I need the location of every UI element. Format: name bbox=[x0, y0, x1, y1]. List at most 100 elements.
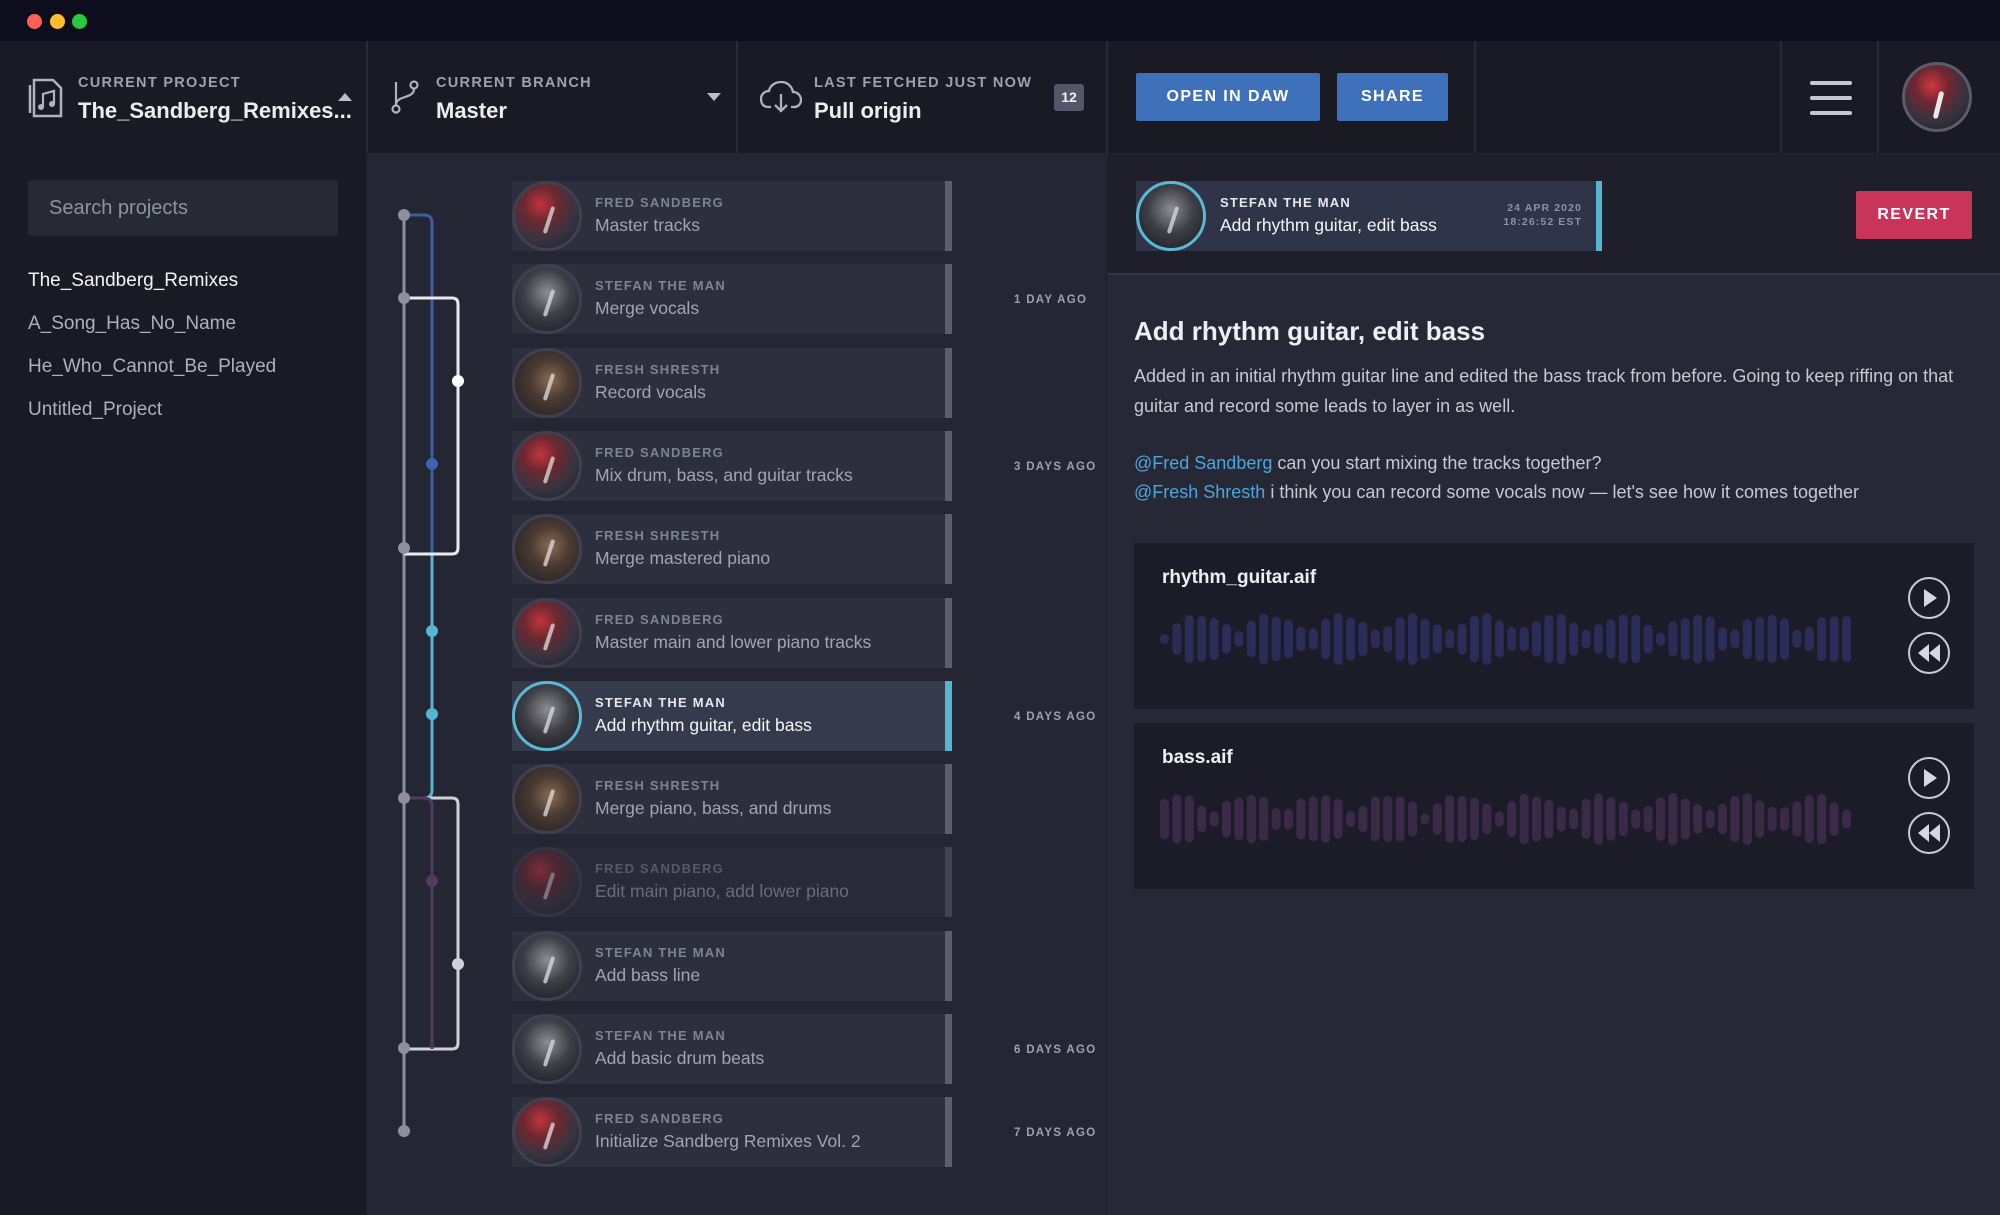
author-avatar bbox=[512, 930, 582, 1001]
minimize-window-button[interactable] bbox=[50, 14, 65, 29]
commit-row[interactable]: STEFAN THE MAN Add basic drum beats bbox=[512, 1014, 952, 1084]
branch-label: CURRENT BRANCH bbox=[436, 75, 592, 91]
rewind-icon[interactable] bbox=[1908, 632, 1950, 674]
waveform[interactable] bbox=[1160, 611, 1860, 667]
commit-row[interactable]: FRED SANDBERG Edit main piano, add lower … bbox=[512, 847, 952, 918]
commit-row[interactable]: FRESH SHRESTH Record vocals bbox=[512, 347, 952, 418]
row-indicator bbox=[945, 680, 952, 751]
commit-time: 18:26:52 EST bbox=[1503, 216, 1582, 228]
author-avatar bbox=[1136, 181, 1206, 251]
project-item[interactable]: A_Song_Has_No_Name bbox=[28, 313, 236, 335]
row-indicator bbox=[945, 264, 952, 335]
play-icon[interactable] bbox=[1908, 577, 1950, 619]
commit-message: Record vocals bbox=[595, 381, 706, 402]
audio-file-card: bass.aif bbox=[1134, 723, 1974, 889]
fetch-label: LAST FETCHED JUST NOW bbox=[814, 75, 1033, 91]
commit-author: FRESH SHRESTH bbox=[595, 778, 721, 794]
commit-row[interactable]: FRED SANDBERG Initialize Sandberg Remixes… bbox=[512, 1097, 952, 1168]
fetch-action: Pull origin bbox=[814, 98, 922, 123]
mention-link[interactable]: @Fred Sandberg bbox=[1134, 453, 1272, 473]
row-indicator bbox=[945, 764, 952, 835]
comment-text: can you start mixing the tracks together… bbox=[1272, 453, 1602, 473]
branch-selector[interactable]: CURRENT BRANCH Master bbox=[368, 41, 738, 153]
commit-row[interactable]: STEFAN THE MAN Add rhythm guitar, edit ba… bbox=[512, 680, 952, 751]
row-indicator bbox=[945, 1097, 952, 1168]
project-selector[interactable]: CURRENT PROJECT The_Sandberg_Remixes... bbox=[0, 41, 368, 153]
hamburger-menu-icon[interactable] bbox=[1810, 81, 1852, 117]
author-avatar bbox=[512, 347, 582, 418]
commit-message: Mix drum, bass, and guitar tracks bbox=[595, 464, 853, 485]
commit-row[interactable]: STEFAN THE MAN Add bass line bbox=[512, 930, 952, 1001]
commit-author: STEFAN THE MAN bbox=[595, 694, 726, 710]
author-avatar bbox=[512, 430, 582, 501]
rewind-icon[interactable] bbox=[1908, 812, 1950, 854]
cloud-download-icon bbox=[760, 81, 802, 113]
fetch-count-badge: 12 bbox=[1054, 84, 1084, 111]
chevron-down-icon bbox=[707, 93, 721, 101]
comment-line-2: @Fresh Shresth i think you can record so… bbox=[1134, 482, 1859, 503]
selected-commit-card: STEFAN THE MAN Add rhythm guitar, edit b… bbox=[1136, 181, 1602, 251]
project-item[interactable]: He_Who_Cannot_Be_Played bbox=[28, 356, 276, 378]
commit-author: STEFAN THE MAN bbox=[595, 1028, 726, 1043]
commit-age: 3 DAYS AGO bbox=[1014, 460, 1097, 473]
row-indicator bbox=[945, 847, 952, 918]
author-avatar bbox=[512, 1014, 582, 1084]
commit-author: FRESH SHRESTH bbox=[595, 361, 721, 377]
commit-message: Add basic drum beats bbox=[595, 1048, 765, 1068]
row-indicator bbox=[945, 181, 952, 251]
author-avatar bbox=[512, 680, 582, 751]
row-indicator bbox=[945, 514, 952, 585]
author-avatar bbox=[512, 764, 582, 835]
commit-row[interactable]: FRED SANDBERG Master tracks bbox=[512, 181, 952, 251]
author-avatar bbox=[512, 597, 582, 668]
commit-row[interactable]: FRED SANDBERG Mix drum, bass, and guitar … bbox=[512, 430, 952, 501]
commit-row[interactable]: FRESH SHRESTH Merge mastered piano bbox=[512, 514, 952, 585]
commit-author: STEFAN THE MAN bbox=[595, 944, 726, 960]
waveform[interactable] bbox=[1160, 791, 1860, 847]
play-icon[interactable] bbox=[1908, 757, 1950, 799]
commit-author: FRED SANDBERG bbox=[595, 1111, 724, 1127]
commit-message: Initialize Sandberg Remixes Vol. 2 bbox=[595, 1131, 861, 1152]
commit-age: 1 DAY AGO bbox=[1014, 294, 1088, 307]
commit-row[interactable]: FRESH SHRESTH Merge piano, bass, and drum… bbox=[512, 764, 952, 835]
row-indicator bbox=[945, 347, 952, 418]
author-avatar bbox=[512, 181, 582, 251]
mention-link[interactable]: @Fresh Shresth bbox=[1134, 482, 1265, 502]
commit-message: Merge vocals bbox=[595, 298, 700, 319]
project-name: The_Sandberg_Remixes... bbox=[78, 98, 352, 123]
toolbar-spacer bbox=[1476, 41, 1782, 153]
commit-row[interactable]: STEFAN THE MAN Merge vocals bbox=[512, 264, 952, 335]
row-indicator bbox=[945, 1014, 952, 1084]
commit-author: STEFAN THE MAN bbox=[1220, 195, 1351, 210]
author-avatar bbox=[512, 847, 582, 918]
commit-message: Add rhythm guitar, edit bass bbox=[595, 714, 812, 735]
close-window-button[interactable] bbox=[27, 14, 42, 29]
commit-history: FRED SANDBERG Master tracks STEFAN THE MAN… bbox=[368, 153, 1106, 1215]
row-indicator bbox=[945, 430, 952, 501]
comment-text: i think you can record some vocals now —… bbox=[1265, 482, 1860, 502]
pull-origin-button[interactable]: LAST FETCHED JUST NOW Pull origin bbox=[738, 41, 1108, 153]
music-file-icon bbox=[28, 78, 63, 118]
commit-message: Add bass line bbox=[595, 964, 701, 985]
commit-author: FRED SANDBERG bbox=[595, 195, 724, 210]
share-button[interactable]: SHARE bbox=[1337, 73, 1448, 121]
search-projects-input[interactable]: Search projects bbox=[28, 180, 338, 236]
audio-file-card: rhythm_guitar.aif bbox=[1134, 543, 1974, 709]
commit-detail-panel: STEFAN THE MAN Add rhythm guitar, edit b… bbox=[1108, 153, 2000, 1215]
top-bar: CURRENT PROJECT The_Sandberg_Remixes... … bbox=[0, 41, 2000, 153]
audio-file-name: bass.aif bbox=[1162, 747, 1233, 768]
project-item[interactable]: The_Sandberg_Remixes bbox=[28, 270, 238, 292]
commit-age: 7 DAYS AGO bbox=[1014, 1127, 1097, 1140]
branch-icon bbox=[391, 80, 419, 114]
maximize-window-button[interactable] bbox=[72, 14, 87, 29]
detail-header: STEFAN THE MAN Add rhythm guitar, edit b… bbox=[1108, 153, 2000, 275]
commit-message: Add rhythm guitar, edit bass bbox=[1220, 215, 1437, 235]
project-label: CURRENT PROJECT bbox=[78, 75, 241, 91]
user-avatar[interactable] bbox=[1902, 62, 1972, 132]
app-window: CURRENT PROJECT The_Sandberg_Remixes... … bbox=[0, 0, 2000, 1215]
author-avatar bbox=[512, 1097, 582, 1168]
open-in-daw-button[interactable]: OPEN IN DAW bbox=[1136, 73, 1320, 121]
revert-button[interactable]: REVERT bbox=[1856, 191, 1972, 239]
commit-row[interactable]: FRED SANDBERG Master main and lower piano… bbox=[512, 597, 952, 668]
project-item[interactable]: Untitled_Project bbox=[28, 399, 162, 421]
